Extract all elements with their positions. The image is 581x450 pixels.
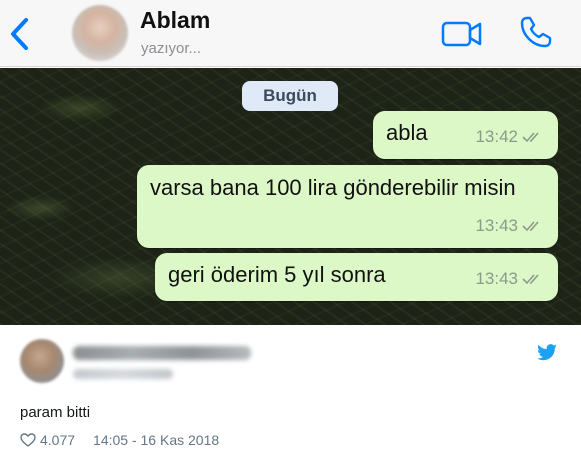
chevron-left-icon	[11, 18, 28, 50]
double-tick-icon	[522, 132, 539, 143]
message-text: geri öderim 5 yıl sonra	[168, 262, 386, 287]
twitter-bird-icon[interactable]	[536, 344, 558, 362]
double-tick-icon	[522, 221, 539, 232]
message-time: 13:43	[475, 216, 518, 235]
message-bubble[interactable]: geri öderim 5 yıl sonra 13:43	[155, 253, 558, 301]
message-meta: 13:42	[475, 121, 544, 153]
tweet-author-avatar[interactable]	[20, 339, 64, 383]
heart-icon[interactable]	[20, 433, 36, 447]
tweet-footer: 4.077 14:05 - 16 Kas 2018	[20, 432, 219, 448]
message-time: 13:43	[475, 269, 518, 288]
video-call-button[interactable]	[441, 20, 483, 48]
back-button[interactable]	[6, 14, 32, 54]
chat-header: Ablam yazıyor...	[0, 0, 581, 67]
tweet-text: param bitti	[20, 404, 91, 421]
tweet-card: param bitti 4.077 14:05 - 16 Kas 2018	[0, 326, 581, 450]
tweet-author-handle-blurred[interactable]	[73, 369, 173, 379]
tweet-timestamp[interactable]: 14:05 - 16 Kas 2018	[93, 432, 219, 448]
message-bubble[interactable]: varsa bana 100 lira gönderebilir misin 1…	[137, 165, 558, 248]
double-tick-icon	[522, 274, 539, 285]
phone-icon	[520, 16, 552, 48]
typing-status: yazıyor...	[141, 40, 202, 57]
message-bubble[interactable]: abla 13:42	[373, 111, 558, 159]
like-count[interactable]: 4.077	[40, 432, 75, 448]
message-meta: 13:43	[475, 263, 544, 295]
message-time: 13:42	[475, 127, 518, 146]
date-chip: Bugün	[242, 81, 338, 111]
message-meta: 13:43	[475, 210, 544, 242]
message-text: varsa bana 100 lira gönderebilir misin	[150, 175, 516, 200]
video-camera-icon	[441, 21, 482, 47]
contact-name[interactable]: Ablam	[140, 7, 210, 34]
message-text: abla	[386, 120, 428, 145]
contact-avatar[interactable]	[72, 5, 128, 61]
voice-call-button[interactable]	[518, 14, 554, 50]
tweet-author-name-blurred[interactable]	[73, 346, 251, 360]
